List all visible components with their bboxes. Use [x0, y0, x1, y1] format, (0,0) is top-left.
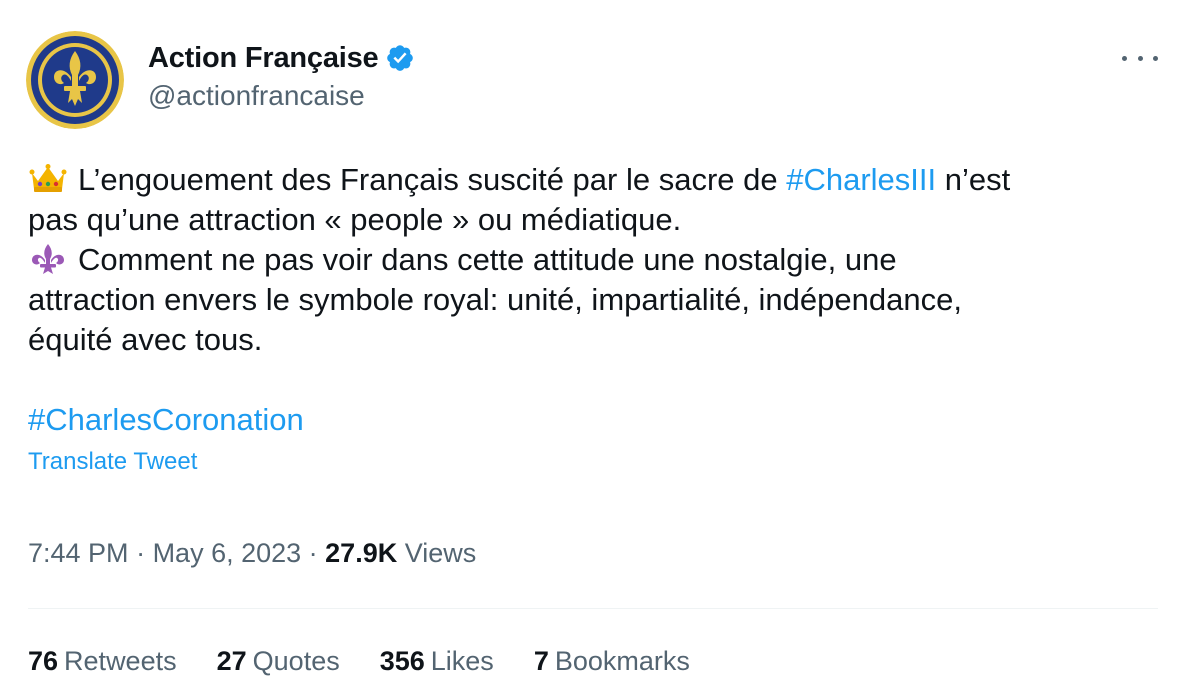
tweet-text: L’engouement des Français suscité par le…: [28, 160, 1158, 360]
meta-separator: ·: [128, 538, 153, 568]
avatar[interactable]: [26, 31, 124, 129]
author-handle[interactable]: @actionfrancaise: [148, 80, 365, 112]
tweet-line-1-text: L’engouement des Français suscité par le…: [78, 162, 787, 197]
views-label: Views: [397, 538, 477, 568]
fleur-de-lis-emoji-icon: [28, 243, 68, 275]
author-name-row[interactable]: Action Française: [148, 40, 415, 76]
bookmarks-count: 7: [533, 646, 549, 676]
tweet-time[interactable]: 7:44 PM: [28, 538, 129, 568]
retweets-count: 76: [28, 646, 59, 676]
hashtag-charles-coronation[interactable]: #CharlesCoronation: [28, 400, 304, 440]
tweet-date[interactable]: May 6, 2023: [153, 538, 302, 568]
likes-label: Likes: [430, 646, 494, 676]
views-count: 27.9K: [325, 538, 398, 568]
display-name[interactable]: Action Française: [148, 42, 379, 75]
bookmarks-stat[interactable]: 7 Bookmarks: [534, 646, 690, 677]
fleur-de-lis-logo-icon: [26, 31, 124, 129]
translate-tweet-link[interactable]: Translate Tweet: [28, 448, 197, 476]
divider: [28, 608, 1158, 609]
crown-emoji-icon: [28, 163, 68, 195]
quotes-count: 27: [216, 646, 247, 676]
likes-stat[interactable]: 356 Likes: [380, 646, 494, 677]
tweet-line-3-text: Comment ne pas voir dans cette attitude …: [78, 242, 897, 277]
retweets-label: Retweets: [64, 646, 177, 676]
tweet-line-1-end: n’est: [936, 162, 1011, 197]
verified-badge-icon[interactable]: [385, 43, 415, 73]
quotes-label: Quotes: [252, 646, 340, 676]
engagement-stats: 76 Retweets 27 Quotes 356 Likes 7 Bookmarks: [28, 646, 730, 677]
more-options-icon[interactable]: [1122, 46, 1158, 70]
quotes-stat[interactable]: 27 Quotes: [217, 646, 340, 677]
tweet-meta: 7:44 PM · May 6, 2023 · 27.9K Views: [28, 538, 476, 569]
hashtag-charles-iii[interactable]: #CharlesIII: [786, 162, 936, 197]
tweet-line-4: attraction envers le symbole royal: unit…: [28, 282, 962, 317]
tweet-line-2: pas qu’une attraction « people » ou médi…: [28, 202, 682, 237]
tweet-line-1: L’engouement des Français suscité par le…: [28, 160, 1158, 200]
likes-count: 356: [379, 646, 425, 676]
bookmarks-label: Bookmarks: [554, 646, 690, 676]
tweet-line-5: équité avec tous.: [28, 322, 263, 357]
tweet-line-3: Comment ne pas voir dans cette attitude …: [28, 240, 1158, 280]
retweets-stat[interactable]: 76 Retweets: [28, 646, 177, 677]
tweet: Action Française @actionfrancaise L’engo…: [0, 0, 1188, 698]
meta-separator: ·: [301, 538, 326, 568]
